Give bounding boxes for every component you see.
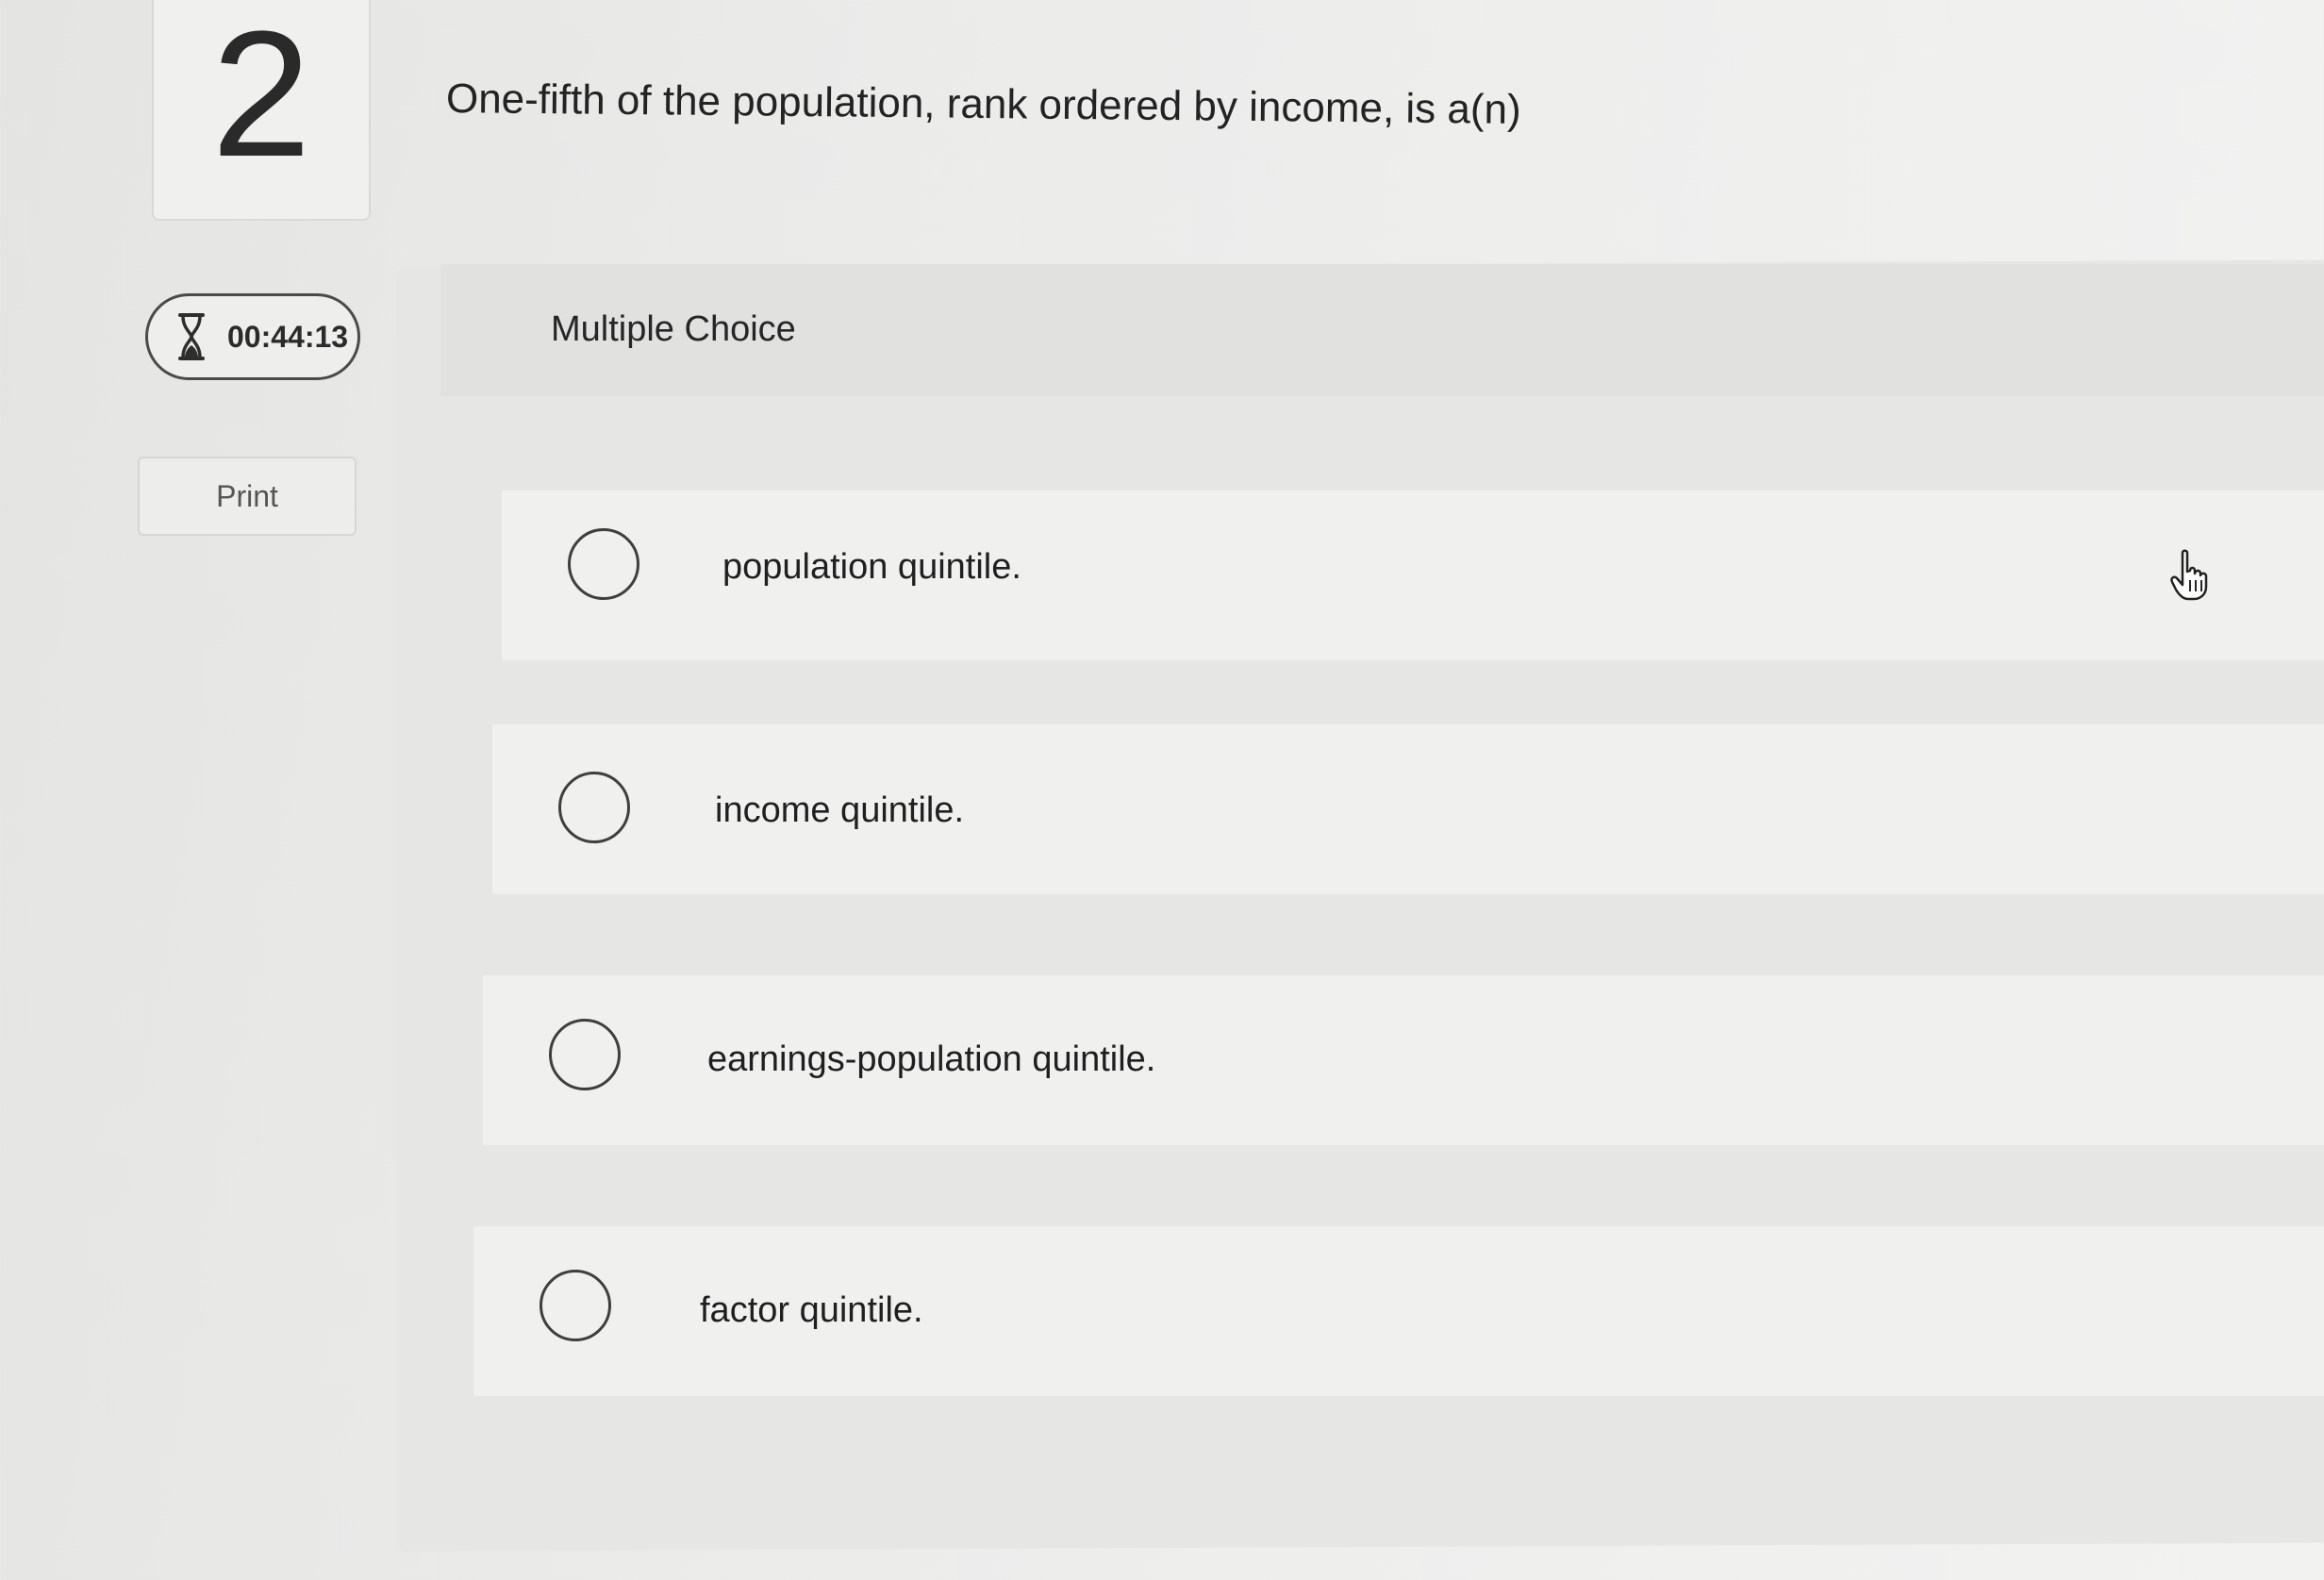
question-number: 2 — [211, 0, 311, 194]
answer-option-4[interactable]: factor quintile. — [473, 1226, 2324, 1396]
hourglass-icon — [178, 313, 205, 360]
question-type-label: Multiple Choice — [551, 309, 796, 349]
hand-pointer-icon — [2170, 549, 2208, 601]
answer-option-3[interactable]: earnings-population quintile. — [483, 975, 2324, 1145]
print-button[interactable]: Print — [138, 457, 357, 536]
answer-option-label: factor quintile. — [700, 1290, 923, 1330]
answer-option-label: earnings-population quintile. — [707, 1039, 1156, 1079]
timer-value: 00:44:13 — [227, 319, 349, 354]
radio-button[interactable] — [549, 1019, 621, 1090]
radio-button[interactable] — [540, 1270, 611, 1341]
question-number-box: 2 — [152, 0, 371, 221]
radio-button[interactable] — [568, 528, 639, 600]
answer-option-1[interactable]: population quintile. — [502, 491, 2324, 660]
answer-option-2[interactable]: income quintile. — [492, 724, 2324, 894]
answer-option-label: income quintile. — [715, 790, 965, 830]
radio-button[interactable] — [558, 772, 630, 843]
question-text: One-fifth of the population, rank ordere… — [445, 75, 1521, 133]
timer-pill[interactable]: 00:44:13 — [145, 293, 360, 380]
answer-option-label: population quintile. — [722, 547, 1021, 587]
